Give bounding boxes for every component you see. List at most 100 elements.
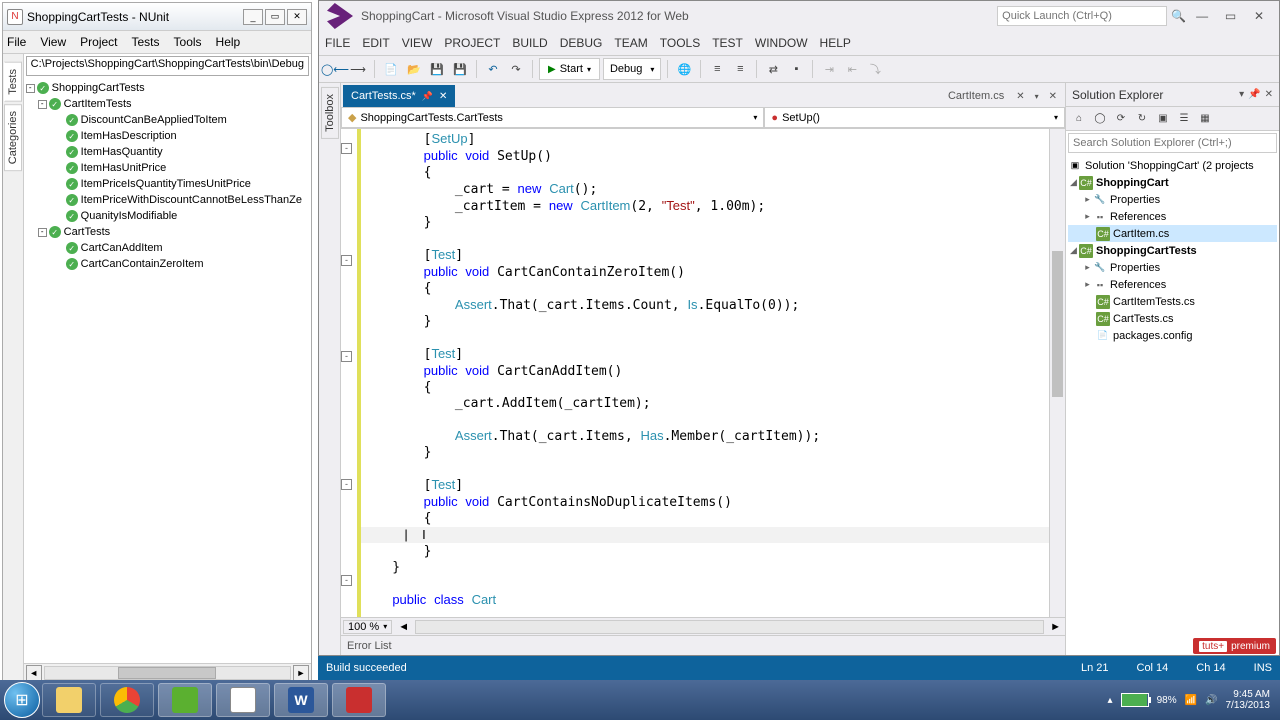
nav-forward-button[interactable]: ⟶ xyxy=(348,59,368,79)
tree-test[interactable]: ItemHasQuantity xyxy=(81,146,163,158)
tree-group[interactable]: CartTests xyxy=(64,226,110,238)
refresh-icon[interactable]: ↻ xyxy=(1133,110,1151,128)
tree-item[interactable]: Properties xyxy=(1110,262,1160,274)
close-icon[interactable]: ✕ xyxy=(1265,89,1273,100)
project-node[interactable]: ShoppingCart xyxy=(1096,177,1169,189)
nunit-menu-tools[interactable]: Tools xyxy=(174,35,202,49)
tree-test[interactable]: ItemPriceIsQuantityTimesUnitPrice xyxy=(81,178,251,190)
sync-icon[interactable]: ⟳ xyxy=(1112,110,1130,128)
expand-icon[interactable]: - xyxy=(38,228,47,237)
tree-test[interactable]: ItemPriceWithDiscountCannotBeLessThanZe xyxy=(81,194,302,206)
menu-file[interactable]: FILE xyxy=(325,36,350,50)
nunit-hscrollbar[interactable]: ◄ ► xyxy=(24,663,311,681)
nunit-titlebar[interactable]: N ShoppingCartTests - NUnit _ ▭ ✕ xyxy=(3,3,311,31)
tree-test[interactable]: ItemHasDescription xyxy=(81,130,177,142)
close-icon[interactable]: ✕ xyxy=(439,91,447,102)
tree-test[interactable]: ItemHasUnitPrice xyxy=(81,162,167,174)
tray-date[interactable]: 7/13/2013 xyxy=(1226,700,1271,711)
new-project-button[interactable]: 📄 xyxy=(381,59,401,79)
outline-gutter[interactable]: - - - - - xyxy=(341,129,357,617)
pin-icon[interactable]: 📌 xyxy=(1248,89,1260,100)
menu-build[interactable]: BUILD xyxy=(512,36,547,50)
tree-test[interactable]: DiscountCanBeAppliedToItem xyxy=(81,114,227,126)
nunit-menu-project[interactable]: Project xyxy=(80,35,117,49)
nunit-menu-tests[interactable]: Tests xyxy=(132,35,160,49)
expand-icon[interactable]: ◢ xyxy=(1068,245,1079,256)
save-all-button[interactable]: 💾 xyxy=(450,59,470,79)
step-button[interactable]: ⤵ xyxy=(865,59,885,79)
solution-node[interactable]: Solution 'ShoppingCart' (2 projects xyxy=(1085,160,1254,172)
scroll-right-icon[interactable]: ► xyxy=(1046,621,1065,633)
menu-view[interactable]: VIEW xyxy=(402,36,433,50)
system-tray[interactable]: ▴ 98% 📶 🔊 9:45 AM 7/13/2013 xyxy=(1108,689,1276,711)
showall-icon[interactable]: ▦ xyxy=(1196,110,1214,128)
zoom-dropdown[interactable]: 100 %▾ xyxy=(343,620,392,634)
menu-debug[interactable]: DEBUG xyxy=(560,36,603,50)
scroll-left-icon[interactable]: ◄ xyxy=(394,621,413,633)
tree-item[interactable]: References xyxy=(1110,279,1166,291)
menu-help[interactable]: HELP xyxy=(820,36,851,50)
comment-button[interactable]: ≡ xyxy=(707,59,727,79)
expand-icon[interactable]: - xyxy=(38,100,47,109)
nunit-maximize-button[interactable]: ▭ xyxy=(265,9,285,25)
tree-root[interactable]: ShoppingCartTests xyxy=(52,82,145,94)
tree-test[interactable]: CartCanAddItem xyxy=(81,242,163,254)
chevron-down-icon[interactable]: ▾ xyxy=(1239,89,1244,100)
expand-icon[interactable]: ▸ xyxy=(1082,194,1093,205)
chevron-down-icon[interactable]: ▾ xyxy=(1035,92,1039,101)
menu-window[interactable]: WINDOW xyxy=(755,36,808,50)
search-icon[interactable]: 🔍 xyxy=(1171,9,1186,23)
tab-carttests[interactable]: CartTests.cs* 📌 ✕ xyxy=(343,85,455,107)
nunit-path-field[interactable]: C:\Projects\ShoppingCart\ShoppingCartTes… xyxy=(26,56,309,76)
toolbox-tab[interactable]: Toolbox xyxy=(321,87,339,139)
fold-icon[interactable]: - xyxy=(341,575,352,586)
taskbar-nunit[interactable] xyxy=(216,683,270,717)
collapse-icon[interactable]: ▣ xyxy=(1154,110,1172,128)
scroll-right-icon[interactable]: ► xyxy=(293,665,309,681)
taskbar-vs[interactable] xyxy=(158,683,212,717)
menu-test[interactable]: TEST xyxy=(712,36,743,50)
tray-chevron-icon[interactable]: ▴ xyxy=(1108,695,1113,706)
start-debug-button[interactable]: ▶Start▾ xyxy=(539,58,600,80)
menu-tools[interactable]: TOOLS xyxy=(660,36,700,50)
member-dropdown[interactable]: ●SetUp()▾ xyxy=(764,107,1065,128)
close-all-icon[interactable]: ✕ xyxy=(1049,91,1057,102)
expand-icon[interactable]: ▸ xyxy=(1082,211,1093,222)
nunit-minimize-button[interactable]: _ xyxy=(243,9,263,25)
expand-icon[interactable]: - xyxy=(26,84,35,93)
tree-test[interactable]: CartCanContainZeroItem xyxy=(81,258,204,270)
editor-hscrollbar[interactable] xyxy=(415,620,1044,634)
fold-icon[interactable]: - xyxy=(341,143,352,154)
battery-icon[interactable] xyxy=(1121,693,1149,707)
nunit-menu-file[interactable]: File xyxy=(7,35,26,49)
tab-cartitem[interactable]: CartItem.cs ✕ ▾ ✕ xyxy=(940,85,1065,107)
expand-icon[interactable]: ▸ xyxy=(1082,262,1093,273)
tree-test[interactable]: QuanityIsModifiable xyxy=(81,210,178,222)
project-node[interactable]: ShoppingCartTests xyxy=(1096,245,1197,257)
tree-group[interactable]: CartItemTests xyxy=(64,98,132,110)
nunit-menu-view[interactable]: View xyxy=(40,35,66,49)
start-button[interactable]: ⊞ xyxy=(4,682,40,718)
open-file-button[interactable]: 📂 xyxy=(404,59,424,79)
nunit-test-tree[interactable]: -✓ShoppingCartTests -✓CartItemTests ✓Dis… xyxy=(24,78,311,663)
toggle-button[interactable]: ⇄ xyxy=(763,59,783,79)
home-icon[interactable]: ⌂ xyxy=(1070,110,1088,128)
menu-edit[interactable]: EDIT xyxy=(362,36,389,50)
step-button[interactable]: ⇥ xyxy=(819,59,839,79)
tree-item[interactable]: CartItemTests.cs xyxy=(1113,296,1195,308)
tree-item[interactable]: CartItem.cs xyxy=(1113,228,1169,240)
browser-button[interactable]: 🌐 xyxy=(674,59,694,79)
editor-vscrollbar[interactable] xyxy=(1049,129,1065,617)
vs-titlebar[interactable]: ShoppingCart - Microsoft Visual Studio E… xyxy=(319,1,1279,31)
undo-button[interactable]: ↶ xyxy=(483,59,503,79)
menu-project[interactable]: PROJECT xyxy=(444,36,500,50)
class-dropdown[interactable]: ◆ShoppingCartTests.CartTests▾ xyxy=(341,107,764,128)
save-button[interactable]: 💾 xyxy=(427,59,447,79)
tree-item[interactable]: packages.config xyxy=(1113,330,1193,342)
step-button[interactable]: ⇤ xyxy=(842,59,862,79)
expand-icon[interactable]: ◢ xyxy=(1068,177,1079,188)
scroll-left-icon[interactable]: ◄ xyxy=(26,665,42,681)
solexp-tree[interactable]: ▣Solution 'ShoppingCart' (2 projects ◢C#… xyxy=(1066,155,1279,655)
config-dropdown[interactable]: Debug▾ xyxy=(603,58,661,80)
volume-icon[interactable]: 🔊 xyxy=(1205,695,1217,706)
